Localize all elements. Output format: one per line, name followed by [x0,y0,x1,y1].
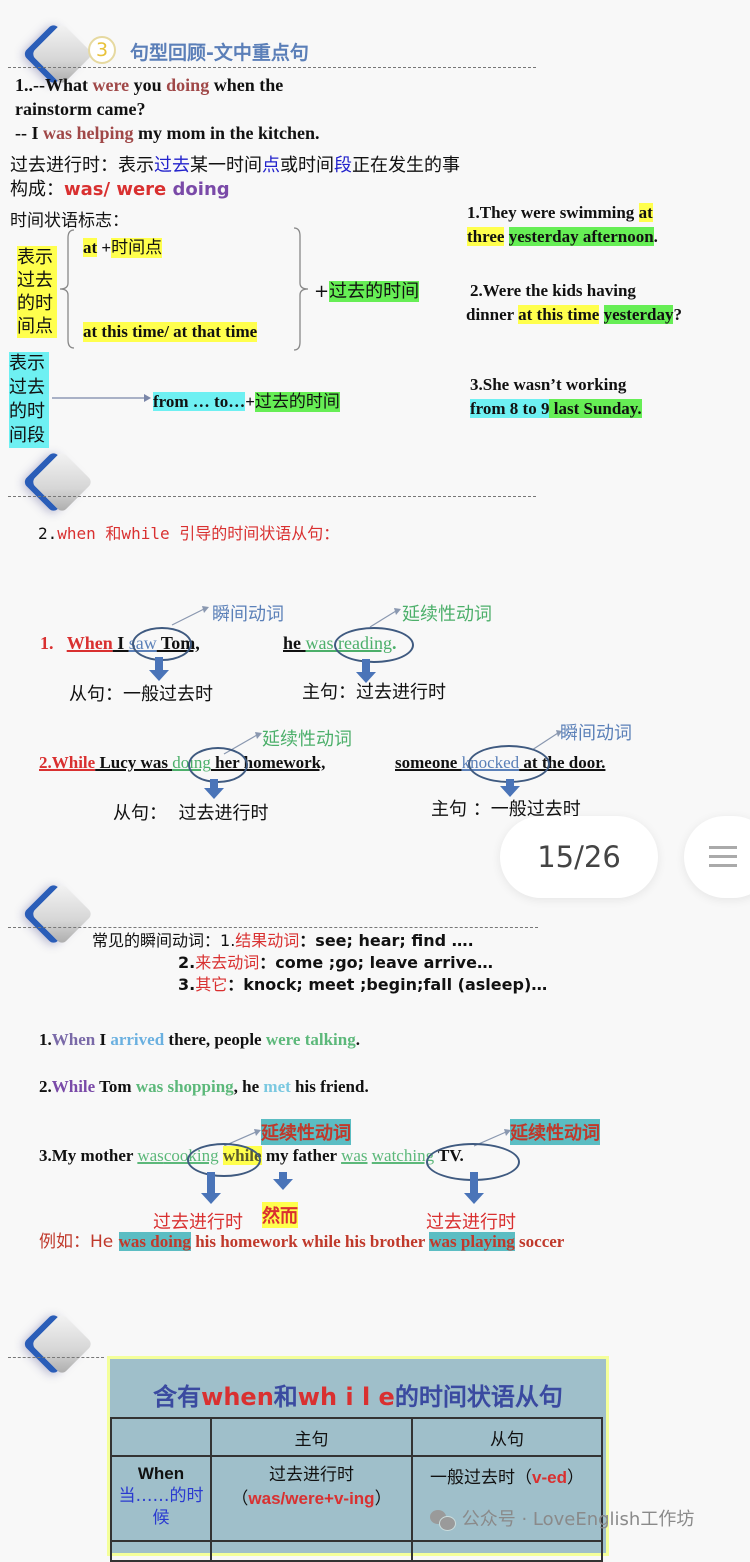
right-brace-icon [293,227,309,351]
summary-table: 主句 从句 When 当……的时候 过去进行时 （was/were+v-ing）… [110,1417,603,1562]
watermark: 公众号 · LoveEnglish工作坊 [430,1505,694,1531]
divider [8,67,536,68]
menu-button[interactable] [684,816,750,898]
down-arrow-icon [500,779,520,797]
structure-line: 构成：was/ were doing [10,179,230,200]
section-marker-icon [30,882,94,946]
common-instant-verbs: 常见的瞬间动词：1.结果动词：see; hear; find …. 2.来去动词… [92,931,548,994]
section-heading: 句型回顾-文中重点句 [130,42,309,64]
at-point-rule: at +时间点 [83,238,163,258]
pointer-arrow-icon [171,606,209,626]
pointer-arrow-icon [369,608,401,628]
verb-circle [187,1143,261,1177]
down-arrow-icon [204,779,224,799]
time-period-label: 表示 过去 的时 间段 [9,352,49,448]
continuous-verb-label: 延续性动词 [510,1119,600,1145]
question-line-1: 1..--What were you doing when the [15,75,284,95]
section-marker-icon [30,450,94,514]
down-arrow-icon [464,1172,484,1204]
divider [8,496,536,497]
down-arrow-icon [356,659,376,683]
verb-circle [468,745,550,783]
continuous-verb-label: 延续性动词 [262,729,352,750]
menu-icon [709,846,737,867]
verb-circle [188,747,248,783]
instant-verb-label: 瞬间动词 [212,604,284,625]
continuous-verb-label: 延续性动词 [402,604,492,625]
definition-line: 过去进行时：表示过去某一时间点或时间段正在发生的事 [10,155,460,176]
down-arrow-icon [273,1172,293,1190]
continuous-verb-label: 延续性动词 [261,1119,351,1145]
verb-circle [334,627,414,663]
section2-heading: 2.when 和while 引导的时间状语从句： [38,524,340,543]
main-clause-tense: 主句：过去进行时 [302,682,446,703]
from-to-rule: from … to…+过去的时间 [153,392,340,412]
example-3: 3.She wasn’t working from 8 to 9 last Su… [470,375,642,418]
sub-clause-tense: 从句：一般过去时 [69,684,213,705]
sentence-when-arrived: 1.When I arrived there, people were talk… [39,1030,360,1049]
question-line-2: rainstorm came? [15,99,146,119]
example-2: 2.Were the kids having dinner at this ti… [466,281,682,324]
plus-past-time: +过去的时间 [314,281,420,302]
divider [8,927,538,928]
example-1: 1.They were swimming at three yesterday … [467,203,658,246]
section-number-badge: 3 [88,36,116,64]
verb-circle [132,627,192,661]
page-indicator[interactable]: 15/26 [500,816,658,898]
table-row [110,1540,603,1562]
left-brace-icon [59,229,75,349]
however-label: 然而 [262,1202,298,1228]
instant-verb-label: 瞬间动词 [560,723,632,744]
wechat-icon [430,1510,456,1531]
divider [8,1357,104,1358]
down-arrow-icon [149,657,169,681]
example-while-doing: 2.While Lucy was doing her homework, [39,753,326,772]
arrow-right-icon [52,394,151,402]
time-point-label: 表示 过去 的时 间点 [17,246,57,338]
table-title: 含有when和wh i l e的时间状语从句 [153,1383,563,1411]
answer-line: -- I was helping my mom in the kitchen. [15,123,320,143]
section-marker-icon [30,1312,94,1376]
sub-clause-tense: 从句： 过去进行时 [113,803,269,824]
example-sentence: 例如：He was doing his homework while his b… [39,1232,565,1252]
sentence-while-shopping: 2.While Tom was shopping, he met his fri… [39,1077,369,1096]
at-this-time-rule: at this time/ at that time [83,322,258,342]
table-header-row: 主句 从句 [110,1417,603,1457]
down-arrow-icon [201,1172,221,1204]
